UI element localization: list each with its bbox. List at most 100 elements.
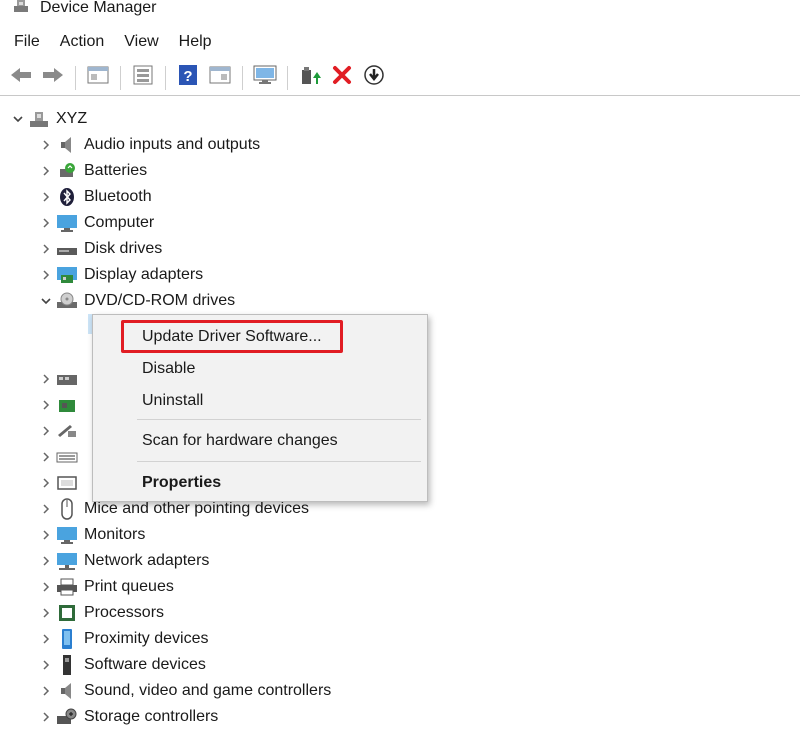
help-button[interactable]: ? bbox=[173, 63, 203, 93]
menu-item-uninstall[interactable]: Uninstall bbox=[94, 385, 426, 417]
chevron-right-icon[interactable] bbox=[36, 265, 56, 285]
tree-item-monitors[interactable]: Monitors bbox=[36, 522, 145, 548]
device-manager-icon bbox=[12, 0, 30, 19]
back-button[interactable] bbox=[6, 63, 36, 93]
chevron-right-icon[interactable] bbox=[36, 603, 56, 623]
scan-download-button[interactable] bbox=[359, 63, 389, 93]
chevron-right-icon[interactable] bbox=[36, 655, 56, 675]
tree-item-software-devices[interactable]: Software devices bbox=[36, 652, 206, 678]
tree-item-label: Storage controllers bbox=[84, 708, 219, 725]
menu-help[interactable]: Help bbox=[171, 29, 220, 55]
tree-item-label: Bluetooth bbox=[84, 188, 152, 205]
tree-item-storage-controllers[interactable]: Storage controllers bbox=[36, 704, 218, 730]
menu-view[interactable]: View bbox=[116, 29, 166, 55]
tree-item-proximity-devices[interactable]: Proximity devices bbox=[36, 626, 208, 652]
monitor-button[interactable] bbox=[250, 63, 280, 93]
tree-item-label: Mice and other pointing devices bbox=[84, 500, 310, 517]
menu-action[interactable]: Action bbox=[52, 29, 112, 55]
tree-item-memory[interactable] bbox=[36, 470, 84, 496]
chevron-right-icon[interactable] bbox=[36, 421, 56, 441]
uninstall-button[interactable] bbox=[327, 63, 357, 93]
update-driver-icon bbox=[299, 64, 321, 91]
toolbar-separator bbox=[165, 65, 166, 90]
chevron-right-icon[interactable] bbox=[36, 447, 56, 467]
tree-item-sound-video[interactable]: Sound, video and game controllers bbox=[36, 678, 331, 704]
tree-item-label: Audio inputs and outputs bbox=[84, 136, 261, 153]
forward-arrow-icon bbox=[41, 66, 65, 89]
tree-item-display-adapters[interactable]: Display adapters bbox=[36, 262, 203, 288]
chevron-right-icon[interactable] bbox=[36, 395, 56, 415]
tree-item-keyboard[interactable] bbox=[36, 444, 84, 470]
tree-item-batteries[interactable]: Batteries bbox=[36, 158, 147, 184]
tree-item-print-queues[interactable]: Print queues bbox=[36, 574, 174, 600]
speaker-icon bbox=[56, 134, 78, 156]
back-arrow-icon bbox=[9, 66, 33, 89]
console-button[interactable] bbox=[205, 63, 235, 93]
tree-item-dvd-drives[interactable]: DVD/CD-ROM drives bbox=[36, 288, 235, 314]
chevron-right-icon[interactable] bbox=[36, 161, 56, 181]
tree-item-hid[interactable] bbox=[36, 366, 84, 392]
chevron-right-icon[interactable] bbox=[36, 187, 56, 207]
tree-item-label: Sound, video and game controllers bbox=[84, 682, 332, 699]
menu-item-disable[interactable]: Disable bbox=[94, 353, 426, 385]
tree-item-label: Monitors bbox=[84, 526, 146, 543]
tree-item-label: Display adapters bbox=[84, 266, 204, 283]
tree-item-label: Disk drives bbox=[84, 240, 163, 257]
show-hide-icon bbox=[132, 65, 154, 90]
highlight-box bbox=[121, 320, 343, 353]
chevron-right-icon[interactable] bbox=[36, 681, 56, 701]
forward-button[interactable] bbox=[38, 63, 68, 93]
tree-item-computer[interactable]: Computer bbox=[36, 210, 154, 236]
tree-item-disk-drives[interactable]: Disk drives bbox=[36, 236, 162, 262]
tree-item-label: DVD/CD-ROM drives bbox=[84, 292, 236, 309]
chevron-right-icon[interactable] bbox=[36, 525, 56, 545]
menu-file[interactable]: File bbox=[6, 29, 48, 55]
tree-item-label: Proximity devices bbox=[84, 630, 209, 647]
chevron-right-icon[interactable] bbox=[36, 213, 56, 233]
properties-button[interactable] bbox=[83, 63, 113, 93]
chevron-right-icon[interactable] bbox=[36, 369, 56, 389]
menu-item-scan[interactable]: Scan for hardware changes bbox=[94, 425, 426, 457]
monitor-icon bbox=[56, 212, 78, 234]
menu-item-properties[interactable]: Properties bbox=[94, 467, 426, 499]
chevron-right-icon[interactable] bbox=[36, 707, 56, 727]
tree-item-bluetooth[interactable]: Bluetooth bbox=[36, 184, 152, 210]
monitor-icon bbox=[56, 524, 78, 546]
chevron-right-icon[interactable] bbox=[36, 551, 56, 571]
storage-controller-icon bbox=[56, 706, 78, 728]
tree-item-imaging[interactable] bbox=[36, 418, 84, 444]
console-icon bbox=[209, 65, 231, 90]
chevron-right-icon[interactable] bbox=[36, 473, 56, 493]
svg-text:?: ? bbox=[183, 68, 192, 85]
chevron-down-icon[interactable] bbox=[36, 291, 56, 311]
chevron-down-icon[interactable] bbox=[8, 109, 28, 129]
tree-item-label: Print queues bbox=[84, 578, 174, 595]
chevron-right-icon[interactable] bbox=[36, 499, 56, 519]
toolbar: ? bbox=[0, 60, 800, 96]
computer-tree-icon bbox=[28, 108, 50, 130]
show-hide-button[interactable] bbox=[128, 63, 158, 93]
tree-item-label: Processors bbox=[84, 604, 165, 621]
dvd-drive-icon bbox=[56, 290, 78, 312]
chevron-right-icon[interactable] bbox=[36, 577, 56, 597]
tree-root[interactable]: XYZ bbox=[8, 106, 87, 132]
menu-bar: File Action View Help bbox=[0, 26, 800, 58]
tree-item-processors[interactable]: Processors bbox=[36, 600, 164, 626]
chevron-right-icon[interactable] bbox=[36, 239, 56, 259]
printer-icon bbox=[56, 576, 78, 598]
imaging-icon bbox=[56, 420, 78, 442]
memory-icon bbox=[56, 472, 78, 494]
chevron-right-icon[interactable] bbox=[36, 629, 56, 649]
menu-item-label: Scan for hardware changes bbox=[142, 432, 338, 449]
tree-item-network-adapters[interactable]: Network adapters bbox=[36, 548, 209, 574]
tree-item-audio[interactable]: Audio inputs and outputs bbox=[36, 132, 260, 158]
tree-item-ide[interactable] bbox=[36, 392, 84, 418]
ide-icon bbox=[56, 394, 78, 416]
processor-icon bbox=[56, 602, 78, 624]
tree-item-label: Network adapters bbox=[84, 552, 210, 569]
menu-item-label: Uninstall bbox=[142, 392, 204, 409]
uninstall-icon bbox=[332, 65, 352, 90]
chevron-right-icon[interactable] bbox=[36, 135, 56, 155]
update-driver-button[interactable] bbox=[295, 63, 325, 93]
toolbar-separator bbox=[242, 65, 243, 90]
